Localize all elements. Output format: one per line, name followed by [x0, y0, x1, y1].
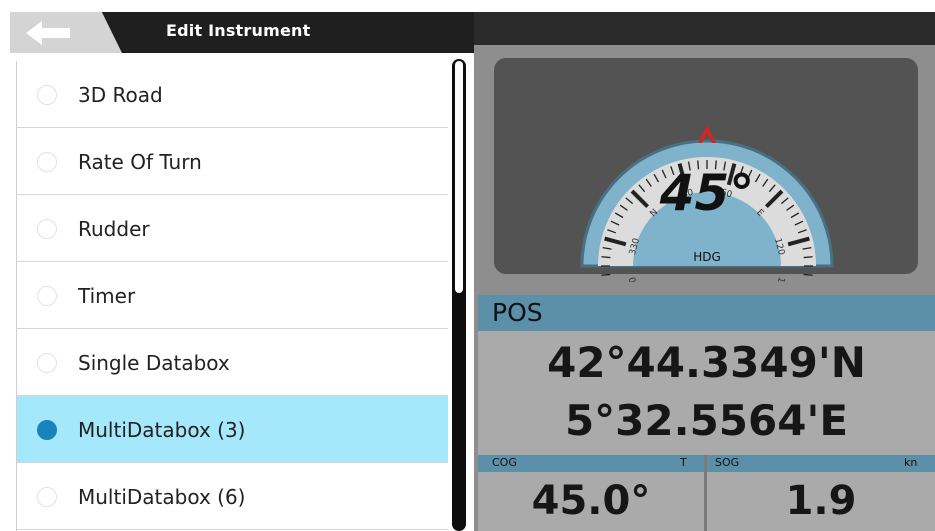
- longitude-value: 5°32.5564'E: [564, 396, 849, 445]
- pos-header: [478, 295, 935, 331]
- list-item-label: Rudder: [78, 217, 150, 241]
- instrument-top-bar: [474, 12, 935, 45]
- scrollbar-thumb[interactable]: [455, 61, 463, 293]
- radio-button[interactable]: [37, 286, 57, 306]
- sog-header: [707, 455, 935, 472]
- radio-button-selected[interactable]: [37, 420, 57, 440]
- back-arrow-icon: [26, 21, 70, 45]
- pos-label: POS: [492, 298, 543, 327]
- cog-unit: T: [680, 456, 687, 469]
- cog-value: 45.0°: [531, 478, 651, 524]
- sog-unit: kn: [904, 456, 918, 469]
- page-title: Edit Instrument: [166, 21, 311, 40]
- cog-label: COG: [492, 456, 517, 469]
- radio-button[interactable]: [37, 353, 57, 373]
- list-item-label: MultiDatabox (3): [78, 418, 246, 442]
- gauge-minor-tick: [803, 273, 813, 276]
- heading-value: 45°: [659, 164, 755, 222]
- screen: Edit Instrument 3D Road Rate Of Turn Rud…: [0, 0, 935, 531]
- instrument-list: 3D Road Rate Of Turn Rudder Timer Single…: [16, 61, 448, 531]
- list-item-rate-of-turn[interactable]: Rate Of Turn: [17, 128, 448, 195]
- gauge-minor-tick: [601, 273, 611, 276]
- latitude-value: 42°44.3349'N: [547, 338, 866, 387]
- sog-value: 1.9: [785, 478, 857, 524]
- gauge-minor-tick: [803, 256, 813, 259]
- gauge-tick-label: 300: [628, 275, 642, 282]
- list-item-label: MultiDatabox (6): [78, 485, 246, 509]
- radio-button[interactable]: [37, 487, 57, 507]
- gauge-tick-label: 150: [772, 276, 786, 282]
- list-item-label: 3D Road: [78, 83, 163, 107]
- radio-button[interactable]: [37, 85, 57, 105]
- list-item-multidatabox-3[interactable]: MultiDatabox (3): [17, 396, 448, 463]
- list-item-timer[interactable]: Timer: [17, 262, 448, 329]
- sog-label: SOG: [715, 456, 740, 469]
- list-item-label: Rate Of Turn: [78, 150, 202, 174]
- heading-label: HDG: [693, 250, 721, 264]
- list-item-single-databox[interactable]: Single Databox: [17, 329, 448, 396]
- list-item-multidatabox-6[interactable]: MultiDatabox (6): [17, 463, 448, 530]
- list-item-label: Timer: [78, 284, 136, 308]
- list-item-rudder[interactable]: Rudder: [17, 195, 448, 262]
- list-item-3d-road[interactable]: 3D Road: [17, 61, 448, 128]
- list-item-label: Single Databox: [78, 351, 230, 375]
- radio-button[interactable]: [37, 219, 57, 239]
- radio-button[interactable]: [37, 152, 57, 172]
- gauge-minor-tick: [601, 256, 611, 259]
